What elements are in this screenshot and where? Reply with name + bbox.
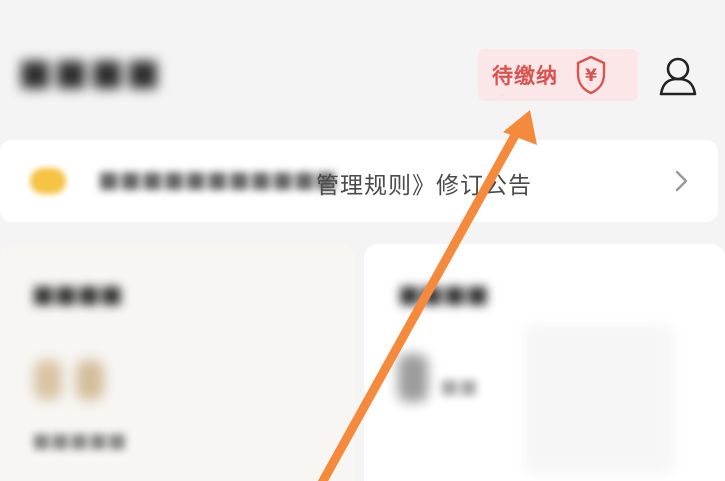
right-card-unit-blurred: ■■ bbox=[440, 374, 478, 398]
left-card-digit-blurred bbox=[34, 360, 62, 400]
right-card-title-blurred: ■■■■ bbox=[398, 280, 489, 308]
left-info-card[interactable]: ■■■■ ■■■■■ bbox=[0, 244, 355, 481]
pending-payment-button[interactable]: 待缴纳 ¥ bbox=[478, 49, 638, 101]
shield-yen-icon: ¥ bbox=[572, 53, 610, 97]
merchant-center-page: ■■■■ 待缴纳 ¥ ■■■■■■■■■■■ 管理规则》修订公告 ■■■■ ■■… bbox=[0, 0, 725, 481]
page-title-blurred: ■■■■ bbox=[18, 52, 163, 93]
right-info-card[interactable]: ■■■■ ■■ bbox=[364, 244, 725, 481]
notice-text: 管理规则》修订公告 bbox=[316, 173, 532, 199]
left-card-caption-blurred: ■■■■■ bbox=[32, 428, 127, 452]
notice-bar[interactable]: ■■■■■■■■■■■ 管理规则》修订公告 bbox=[0, 140, 718, 222]
left-card-title-blurred: ■■■■ bbox=[32, 280, 123, 308]
pending-payment-label: 待缴纳 bbox=[492, 64, 558, 88]
notice-text-blurred: ■■■■■■■■■■■ bbox=[98, 167, 338, 193]
chevron-right-icon[interactable] bbox=[671, 168, 691, 194]
right-card-illustration-blurred bbox=[524, 324, 674, 474]
left-card-digit-blurred bbox=[76, 360, 104, 400]
shield-yen-symbol: ¥ bbox=[585, 66, 597, 86]
user-icon[interactable] bbox=[655, 54, 701, 100]
right-card-digit-blurred bbox=[398, 354, 428, 402]
notice-megaphone-icon bbox=[30, 168, 66, 194]
